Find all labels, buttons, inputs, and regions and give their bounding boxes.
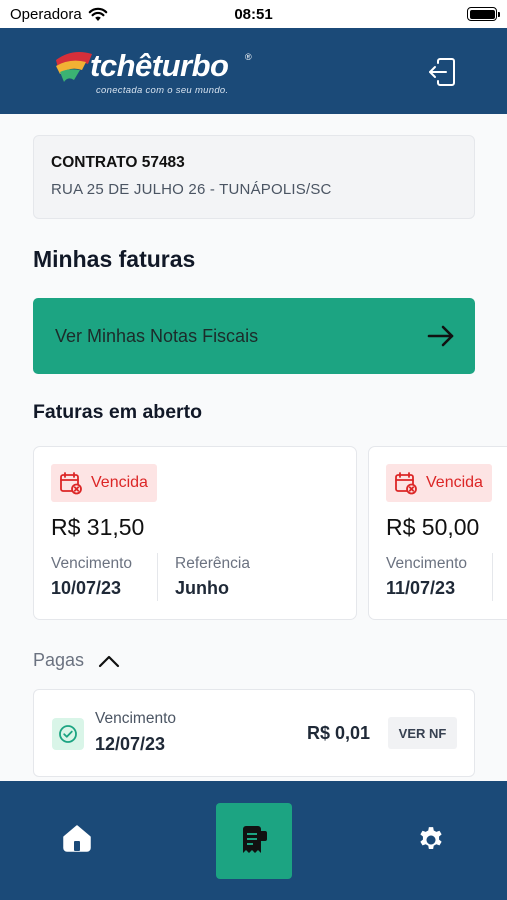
status-left: Operadora — [10, 6, 108, 23]
arrow-right-icon — [427, 325, 454, 347]
chevron-up-icon — [98, 655, 120, 667]
invoice-icon — [243, 826, 267, 853]
logout-icon — [429, 58, 455, 86]
calendar-alert-icon — [60, 472, 82, 495]
due-label: Vencimento — [51, 555, 132, 572]
logo-registered: ® — [245, 52, 252, 62]
paid-amount: R$ 0,01 — [307, 723, 371, 743]
bottom-nav — [0, 781, 507, 900]
contract-card: CONTRATO 57483 RUA 25 DE JULHO 26 - TUNÁ… — [33, 135, 475, 219]
gear-icon — [420, 827, 442, 849]
overdue-badge: Vencida — [386, 464, 492, 502]
carrier-name: Operadora — [10, 5, 82, 23]
home-icon — [63, 825, 91, 852]
status-time: 08:51 — [234, 5, 273, 23]
paid-due-date: 12/07/23 — [95, 734, 166, 754]
reference-label: Referência — [175, 555, 250, 572]
due-date: 11/07/23 — [386, 578, 456, 598]
due-label: Vencimento — [386, 555, 467, 572]
nav-invoices[interactable] — [216, 803, 292, 879]
logout-button[interactable] — [424, 54, 460, 90]
view-nf-button[interactable]: VER NF — [388, 717, 457, 749]
logo-text: tchêturbo — [90, 48, 229, 83]
reference-value: Junho — [175, 578, 229, 598]
battery-icon — [467, 7, 500, 21]
view-invoices-nf-button[interactable]: Ver Minhas Notas Fiscais — [33, 298, 475, 374]
paid-due-label: Vencimento — [95, 710, 176, 727]
wifi-icon — [88, 7, 108, 21]
invoice-amount: R$ 31,50 — [51, 514, 145, 540]
badge-label: Vencida — [426, 474, 483, 491]
logo-tagline: conectada com o seu mundo. — [96, 85, 229, 96]
invoice-card[interactable]: Vencida R$ 31,50 Vencimento 10/07/23 Ref… — [33, 446, 357, 620]
nav-settings[interactable] — [413, 821, 449, 857]
open-invoices-title: Faturas em aberto — [33, 401, 203, 423]
nf-button-label: Ver Minhas Notas Fiscais — [55, 325, 259, 346]
badge-label: Vencida — [91, 474, 148, 491]
app-header: tchêturbo ® conectada com o seu mundo. — [0, 28, 507, 114]
paid-toggle-label: Pagas — [33, 650, 85, 670]
brand-logo: tchêturbo ® conectada com o seu mundo. — [52, 44, 262, 100]
invoice-card[interactable]: Vencida R$ 50,00 Vencimento 11/07/23 — [368, 446, 507, 620]
invoice-amount: R$ 50,00 — [386, 514, 480, 540]
contract-address: RUA 25 DE JULHO 26 - TUNÁPOLIS/SC — [51, 181, 332, 198]
due-date: 10/07/23 — [51, 578, 122, 598]
divider — [492, 553, 493, 601]
logo-mark-icon — [56, 52, 92, 82]
paid-status — [52, 718, 84, 750]
contract-title: CONTRATO 57483 — [51, 154, 185, 171]
paid-invoice-card: Vencimento 12/07/23 R$ 0,01 VER NF — [33, 689, 475, 777]
check-circle-icon — [59, 725, 77, 743]
overdue-badge: Vencida — [51, 464, 157, 502]
divider — [157, 553, 158, 601]
calendar-alert-icon — [395, 472, 417, 495]
my-invoices-title: Minhas faturas — [33, 246, 196, 272]
nav-home[interactable] — [58, 819, 96, 857]
paid-toggle[interactable]: Pagas — [33, 650, 120, 671]
status-bar: Operadora 08:51 — [0, 0, 507, 28]
